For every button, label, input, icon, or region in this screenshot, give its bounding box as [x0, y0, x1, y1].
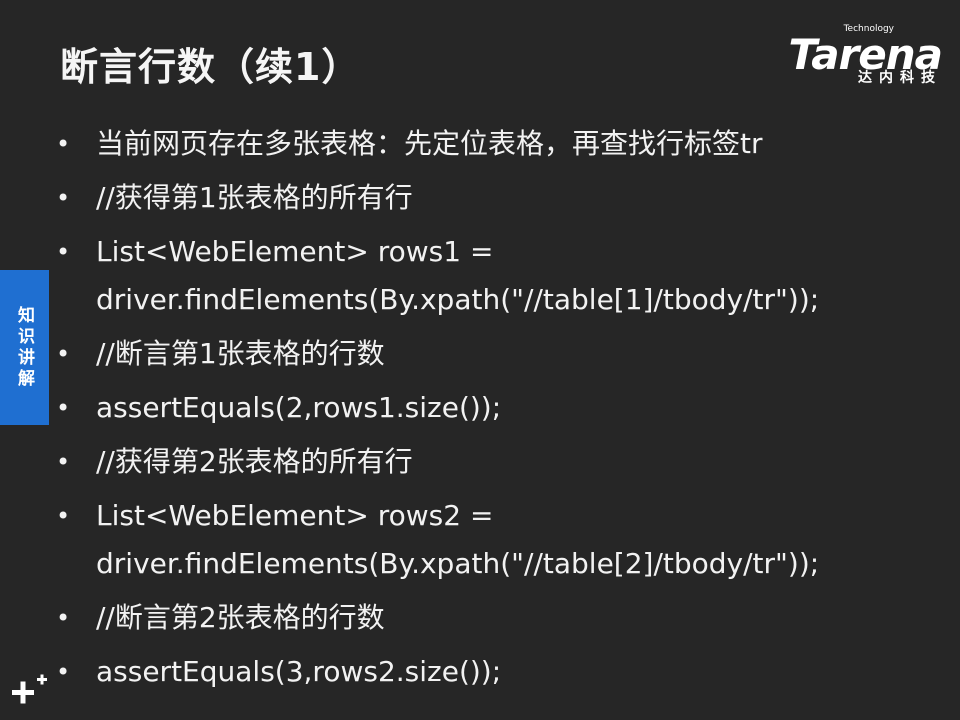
bullet-item: • assertEquals(2,rows1.size());: [56, 384, 916, 432]
plus-icon: [12, 674, 47, 704]
bullet-text: //获得第1张表格的所有行: [96, 181, 413, 214]
bullet-dot: •: [56, 658, 71, 686]
slide-title: 断言行数（续1）: [60, 45, 361, 89]
bullet-item: • assertEquals(3,rows2.size());: [56, 648, 916, 696]
bullet-dot: •: [56, 394, 71, 422]
bullet-item: • List<WebElement> rows1 = driver.findEl…: [56, 228, 916, 324]
bullet-item: • //获得第2张表格的所有行: [56, 438, 916, 486]
bullet-item: • //断言第2张表格的行数: [56, 594, 916, 642]
bullet-dot: •: [56, 340, 71, 368]
bullet-item: • List<WebElement> rows2 = driver.findEl…: [56, 492, 916, 588]
slide: 断言行数（续1） Technology Tarena 达内科技 知识讲解 • 当…: [0, 0, 960, 720]
bullet-dot: •: [56, 448, 71, 476]
slide-content: • 当前网页存在多张表格：先定位表格，再查找行标签tr • //获得第1张表格的…: [56, 120, 916, 702]
bullet-item: • //断言第1张表格的行数: [56, 330, 916, 378]
side-tab-label: 知识讲解: [14, 305, 34, 390]
bullet-dot: •: [56, 604, 71, 632]
bullet-item: • //获得第1张表格的所有行: [56, 174, 916, 222]
bullet-text: assertEquals(2,rows1.size());: [96, 391, 502, 424]
bullet-text: 当前网页存在多张表格：先定位表格，再查找行标签tr: [96, 127, 763, 160]
logo-subtitle: 达内科技: [858, 70, 942, 86]
bullet-dot: •: [56, 184, 71, 212]
bullet-text: //获得第2张表格的所有行: [96, 445, 413, 478]
bullet-text: assertEquals(3,rows2.size());: [96, 655, 502, 688]
bullet-item: • 当前网页存在多张表格：先定位表格，再查找行标签tr: [56, 120, 916, 168]
bullet-text: List<WebElement> rows2 = driver.findElem…: [96, 499, 820, 580]
bullet-dot: •: [56, 502, 71, 530]
bullet-text: //断言第1张表格的行数: [96, 337, 385, 370]
bullet-text: //断言第2张表格的行数: [96, 601, 385, 634]
bullet-dot: •: [56, 130, 71, 158]
brand-logo: Technology Tarena 达内科技: [772, 24, 943, 86]
side-tab: 知识讲解: [0, 270, 49, 425]
bullet-text: List<WebElement> rows1 = driver.findElem…: [96, 235, 820, 316]
bullet-dot: •: [56, 238, 71, 266]
